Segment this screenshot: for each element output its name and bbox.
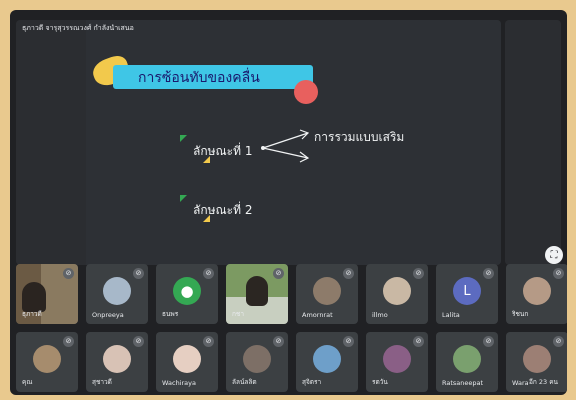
participant-name: illmo: [372, 311, 388, 319]
fullscreen-icon[interactable]: ⛶: [545, 246, 563, 264]
avatar: [33, 345, 61, 373]
participant-tile[interactable]: ⊘ คุณ: [16, 332, 78, 392]
letter-avatar: L: [453, 277, 481, 305]
avatar: [453, 345, 481, 373]
avatar: [523, 277, 551, 305]
mic-off-icon: ⊘: [133, 336, 144, 347]
participant-name: Onpreeya: [92, 311, 124, 319]
presentation-area[interactable]: [16, 20, 501, 265]
mic-off-icon: ⊘: [483, 268, 494, 279]
participant-tile[interactable]: L ⊘ Lalita: [436, 264, 498, 324]
presenter-label: ธุภาวดี จารุสุวรรณวงศ์ กำลังนำเสนอ: [22, 24, 134, 32]
mic-off-icon: ⊘: [133, 268, 144, 279]
mic-off-icon: ⊘: [343, 336, 354, 347]
participant-name: สุชาวดี: [92, 378, 112, 386]
participant-name: Amornrat: [302, 311, 333, 319]
avatar: [243, 345, 271, 373]
avatar: [103, 345, 131, 373]
mic-off-icon: ⊘: [553, 268, 564, 279]
avatar: [523, 345, 551, 373]
mic-off-icon: ⊘: [273, 268, 284, 279]
participant-name: รตวัน: [372, 378, 388, 386]
mic-off-icon: ⊘: [553, 336, 564, 347]
mic-off-icon: ⊘: [203, 336, 214, 347]
person-icon: ●: [173, 277, 201, 305]
participant-name: สุจิตรา: [302, 378, 322, 386]
participant-tile[interactable]: ⊘ Wara อีก 23 คน: [506, 332, 567, 392]
participant-tile[interactable]: ⊘ กชา: [226, 264, 288, 324]
mic-off-icon: ⊘: [483, 336, 494, 347]
side-panel: [505, 20, 561, 265]
participant-name: Wara: [512, 379, 529, 387]
avatar: [313, 345, 341, 373]
participant-tile[interactable]: ⊘ Wachiraya: [156, 332, 218, 392]
bullet-green-triangle-icon: [180, 195, 187, 202]
participant-tile[interactable]: ⊘ Onpreeya: [86, 264, 148, 324]
participant-name: ริชนก: [512, 310, 529, 318]
participant-tile[interactable]: ● ⊘ ธนพร: [156, 264, 218, 324]
participant-name: ธนพร: [162, 310, 179, 318]
participant-tile[interactable]: ⊘ ธุภาวดี: [16, 264, 78, 324]
mic-off-icon: ⊘: [273, 336, 284, 347]
mic-off-icon: ⊘: [63, 268, 74, 279]
mic-off-icon: ⊘: [413, 336, 424, 347]
slide-bullet-1: ลักษณะที่ 1: [193, 144, 253, 158]
participant-tile[interactable]: ⊘ ลัลน์ลลิต: [226, 332, 288, 392]
decor-red-circle: [294, 80, 318, 104]
avatar: [383, 345, 411, 373]
participant-name: คุณ: [22, 378, 33, 386]
participant-name: กชา: [232, 310, 244, 318]
more-participants-label[interactable]: อีก 23 คน: [527, 377, 559, 387]
participant-tile[interactable]: ⊘ Amornrat: [296, 264, 358, 324]
participant-name: ลัลน์ลลิต: [232, 378, 257, 386]
mic-off-icon: ⊘: [343, 268, 354, 279]
participant-name: Lalita: [442, 311, 460, 319]
slide-bullet-2: ลักษณะที่ 2: [193, 203, 253, 217]
avatar: [173, 345, 201, 373]
participant-name: ธุภาวดี: [22, 310, 42, 318]
participant-tile[interactable]: ⊘ illmo: [366, 264, 428, 324]
participant-tile[interactable]: ⊘ สุชาวดี: [86, 332, 148, 392]
bullet-green-triangle-icon: [180, 135, 187, 142]
person-silhouette: [246, 276, 268, 306]
meet-stage: ธุภาวดี จารุสุวรรณวงศ์ กำลังนำเสนอ การซ้…: [10, 10, 567, 395]
participant-tile[interactable]: ⊘ สุจิตรา: [296, 332, 358, 392]
person-silhouette: [22, 282, 46, 312]
avatar: [383, 277, 411, 305]
participant-name: Ratsaneepat: [442, 379, 484, 387]
slide-arrow-label: การรวมแบบเสริม: [314, 130, 405, 144]
slide-title: การซ้อนทับของคลื่น: [138, 70, 260, 86]
participant-tile[interactable]: ⊘ รตวัน: [366, 332, 428, 392]
branch-arrows-icon: [261, 129, 310, 163]
avatar: [313, 277, 341, 305]
participant-name: Wachiraya: [162, 379, 196, 387]
mic-off-icon: ⊘: [203, 268, 214, 279]
mic-off-icon: ⊘: [413, 268, 424, 279]
participant-tile[interactable]: ⊘ Ratsaneepat: [436, 332, 498, 392]
avatar: [103, 277, 131, 305]
mic-off-icon: ⊘: [63, 336, 74, 347]
participant-tile[interactable]: ⊘ ริชนก: [506, 264, 567, 324]
